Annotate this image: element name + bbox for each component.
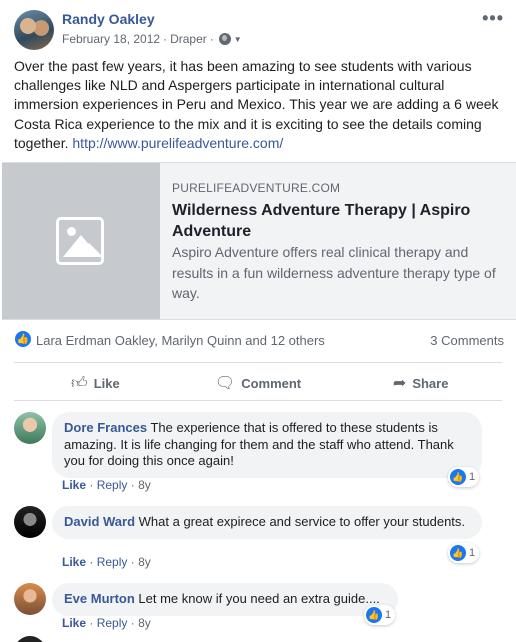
like-button[interactable]: 👍︎ Like: [14, 366, 177, 400]
commenter-name[interactable]: Eve Murton: [64, 591, 135, 606]
comment-item: Dore Frances The experience that is offe…: [14, 412, 504, 496]
post-location[interactable]: Draper: [170, 32, 207, 46]
like-label: Like: [93, 375, 120, 391]
comment-like-link[interactable]: Like: [62, 555, 86, 569]
comments-count[interactable]: 3 Comments: [430, 333, 504, 348]
thumbs-up-reaction-icon[interactable]: 👍: [14, 330, 32, 348]
comment-actions: Like · Reply · 8y: [62, 616, 151, 630]
avatar[interactable]: [14, 583, 46, 615]
comment-button[interactable]: 🗨︎ Comment: [177, 366, 340, 400]
comment-icon: 🗨︎: [214, 375, 236, 392]
comment-text: What a great expirece and service to off…: [138, 514, 466, 529]
comment-bubble: Dore Frances The experience that is offe…: [52, 412, 482, 478]
chevron-down-icon[interactable]: ▼: [234, 35, 242, 44]
comment-actions: Like · Reply · 8y: [62, 555, 151, 569]
divider: [14, 362, 502, 363]
share-label: Share: [412, 375, 449, 391]
post-link[interactable]: http://www.purelifeadventure.com/: [72, 135, 283, 151]
more-options-icon[interactable]: •••: [482, 8, 504, 29]
divider: [14, 400, 502, 401]
comment-reply-link[interactable]: Reply: [97, 555, 128, 569]
commenter-name[interactable]: Dore Frances: [64, 420, 147, 435]
comment-item: David Ward What a great expirece and ser…: [14, 506, 504, 572]
thumbs-up-icon: 👍: [450, 469, 466, 485]
post-meta: February 18, 2012 · Draper · ▼: [62, 32, 242, 46]
author-avatar[interactable]: [14, 10, 54, 50]
preview-description: Aspiro Adventure offers real clinical th…: [172, 244, 496, 301]
share-icon: ➦: [392, 375, 407, 392]
reactions-bar: 👍 Lara Erdman Oakley, Marilyn Quinn and …: [14, 330, 506, 352]
globe-icon[interactable]: [218, 33, 231, 45]
comment-reaction-badge[interactable]: 👍 1: [448, 467, 480, 487]
commenter-name[interactable]: David Ward: [64, 514, 135, 529]
post-actions: 👍︎ Like 🗨︎ Comment ➦ Share: [14, 366, 502, 400]
link-preview-card[interactable]: PURELIFEADVENTURE.COM Wilderness Adventu…: [2, 162, 516, 320]
preview-domain: PURELIFEADVENTURE.COM: [172, 181, 341, 195]
post-body: Over the past few years, it has been ama…: [14, 57, 506, 153]
avatar[interactable]: [14, 506, 46, 538]
comment-reaction-badge[interactable]: 👍 1: [364, 605, 396, 625]
post-header: Randy Oakley February 18, 2012 · Draper …: [14, 8, 504, 50]
comment-reaction-badge[interactable]: 👍 1: [448, 543, 480, 563]
comment-age[interactable]: 8y: [138, 555, 151, 569]
comment-bubble: David Ward What a great expirece and ser…: [52, 506, 482, 539]
reaction-names[interactable]: Lara Erdman Oakley, Marilyn Quinn and 12…: [36, 333, 325, 348]
reaction-count: 1: [469, 547, 476, 559]
image-placeholder-icon: [56, 217, 104, 265]
comment-actions: Like · Reply · 8y: [62, 478, 151, 492]
post-date[interactable]: February 18, 2012: [62, 32, 160, 46]
comment-label: Comment: [241, 375, 302, 391]
comment-age[interactable]: 8y: [138, 478, 151, 492]
avatar[interactable]: [14, 412, 46, 444]
thumbs-up-icon: 👍︎: [70, 374, 88, 392]
comment-like-link[interactable]: Like: [62, 478, 86, 492]
reaction-count: 1: [385, 609, 392, 621]
comment-like-link[interactable]: Like: [62, 616, 86, 630]
preview-title[interactable]: Wilderness Adventure Therapy | Aspiro Ad…: [172, 200, 502, 242]
share-button[interactable]: ➦ Share: [339, 366, 502, 400]
preview-thumbnail[interactable]: [2, 163, 160, 319]
avatar[interactable]: [14, 636, 46, 642]
meta-separator: ·: [163, 32, 168, 46]
thumbs-up-icon: 👍: [366, 607, 382, 623]
comment-reply-link[interactable]: Reply: [97, 478, 128, 492]
reaction-count: 1: [469, 471, 476, 483]
comment-reply-link[interactable]: Reply: [97, 616, 128, 630]
author-name[interactable]: Randy Oakley: [62, 11, 155, 27]
comment-age[interactable]: 8y: [138, 616, 151, 630]
comment-bubble: Eve Murton Let me know if you need an ex…: [52, 583, 398, 616]
comment-text: Let me know if you need an extra guide..…: [138, 591, 380, 606]
meta-separator-2: ·: [209, 32, 214, 46]
thumbs-up-icon: 👍: [450, 545, 466, 561]
comment-item: Eve Murton Let me know if you need an ex…: [14, 583, 504, 633]
